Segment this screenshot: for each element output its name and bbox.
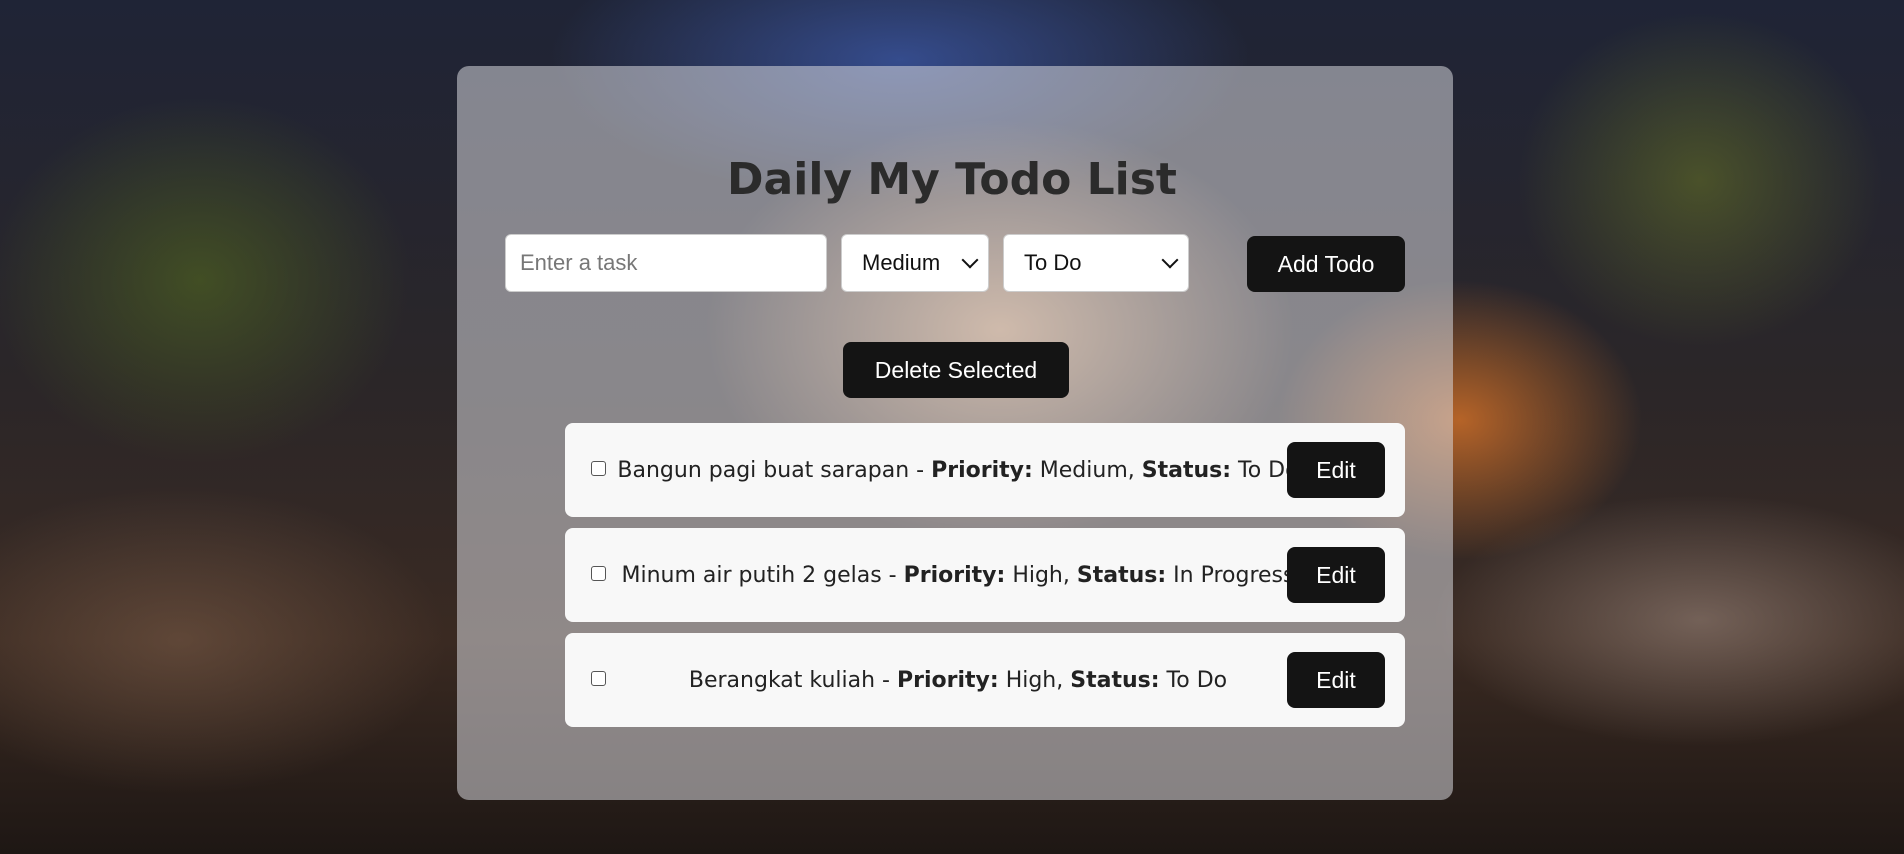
task-input[interactable]	[505, 234, 827, 292]
todo-task: Berangkat kuliah	[688, 667, 876, 693]
edit-button[interactable]: Edit	[1287, 652, 1385, 708]
todo-text: Minum air putih 2 gelas - Priority: High…	[621, 562, 1295, 588]
todo-item: Berangkat kuliah - Priority: High, Statu…	[565, 633, 1405, 727]
todo-priority: High	[1012, 562, 1063, 588]
todo-status: To Do	[1166, 667, 1228, 693]
todo-checkbox[interactable]	[591, 566, 606, 581]
priority-label: Priority:	[931, 457, 1033, 483]
status-select-value: To Do	[1024, 250, 1082, 275]
todo-priority: High	[1005, 667, 1057, 693]
todo-text: Berangkat kuliah - Priority: High, Statu…	[688, 667, 1228, 693]
status-select[interactable]: To Do	[1003, 234, 1189, 292]
priority-select-value: Medium	[862, 250, 941, 275]
todo-text: Bangun pagi buat sarapan - Priority: Med…	[617, 457, 1299, 483]
chevron-down-icon	[961, 251, 979, 269]
todo-priority: Medium	[1039, 457, 1128, 483]
status-label: Status:	[1070, 667, 1160, 693]
todo-task: Bangun pagi buat sarapan	[617, 457, 910, 483]
todo-status: In Progress	[1173, 562, 1295, 588]
delete-selected-button[interactable]: Delete Selected	[843, 342, 1069, 398]
add-todo-button[interactable]: Add Todo	[1247, 236, 1405, 292]
todo-checkbox[interactable]	[591, 461, 606, 476]
status-label: Status:	[1076, 562, 1167, 588]
chevron-down-icon	[1161, 251, 1179, 269]
edit-button[interactable]: Edit	[1287, 442, 1385, 498]
priority-label: Priority:	[903, 562, 1006, 588]
todo-checkbox[interactable]	[591, 671, 606, 686]
edit-button[interactable]: Edit	[1287, 547, 1385, 603]
priority-label: Priority:	[897, 667, 999, 693]
todo-item: Bangun pagi buat sarapan - Priority: Med…	[565, 423, 1405, 517]
priority-select[interactable]: Medium	[841, 234, 989, 292]
todo-task: Minum air putih 2 gelas	[621, 562, 882, 588]
status-label: Status:	[1141, 457, 1232, 483]
todo-item: Minum air putih 2 gelas - Priority: High…	[565, 528, 1405, 622]
page-title: Daily My Todo List	[727, 154, 1177, 205]
